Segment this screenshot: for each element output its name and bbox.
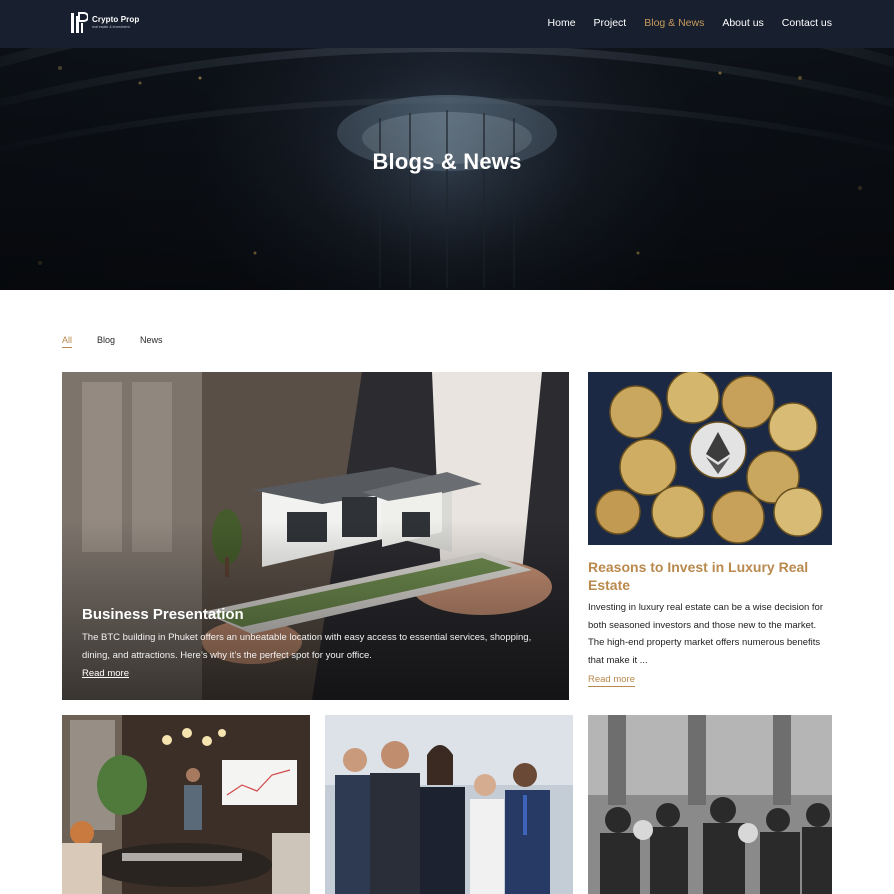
nav-about-us[interactable]: About us xyxy=(722,17,763,29)
business-team-image xyxy=(325,715,573,894)
side-post-excerpt: Investing in luxury real estate can be a… xyxy=(588,602,823,666)
featured-post-excerpt: The BTC building in Phuket offers an unb… xyxy=(82,632,532,661)
meeting-room-image xyxy=(62,715,310,894)
coins-illustration xyxy=(588,372,832,545)
logo-icon xyxy=(71,12,88,33)
featured-read-more-link[interactable]: Read more xyxy=(82,668,129,679)
main-menu: Home Project Blog & News About us Contac… xyxy=(548,17,832,29)
nav-project[interactable]: Project xyxy=(594,17,627,29)
logo-tagline: real estate & investment xyxy=(92,25,130,30)
post-card-team[interactable] xyxy=(325,715,573,894)
top-navbar: Crypto Prop real estate & investment Hom… xyxy=(0,0,894,48)
crypto-coins-image[interactable] xyxy=(588,372,832,545)
nav-home[interactable]: Home xyxy=(548,17,576,29)
nav-contact-us[interactable]: Contact us xyxy=(782,17,832,29)
post-card-audience[interactable] xyxy=(588,715,832,894)
featured-post-title[interactable]: Business Presentation xyxy=(82,606,244,623)
audience-image xyxy=(588,715,832,894)
tab-blog[interactable]: Blog xyxy=(97,335,115,348)
hero-banner: Blogs & News xyxy=(0,48,894,290)
page-title: Blogs & News xyxy=(372,149,522,174)
post-card-meeting[interactable] xyxy=(62,715,310,894)
category-filter-tabs: All Blog News xyxy=(62,335,163,348)
logo-name: Crypto Prop xyxy=(92,15,140,25)
nav-blog-news[interactable]: Blog & News xyxy=(644,17,704,29)
tab-news[interactable]: News xyxy=(140,335,163,348)
featured-post-card[interactable]: Business Presentation The BTC building i… xyxy=(62,372,569,700)
tab-all[interactable]: All xyxy=(62,335,73,348)
side-post-title[interactable]: Reasons to Invest in Luxury Real Estate xyxy=(588,558,836,594)
side-read-more-link[interactable]: Read more xyxy=(588,674,635,687)
site-logo[interactable]: Crypto Prop real estate & investment xyxy=(70,11,140,35)
